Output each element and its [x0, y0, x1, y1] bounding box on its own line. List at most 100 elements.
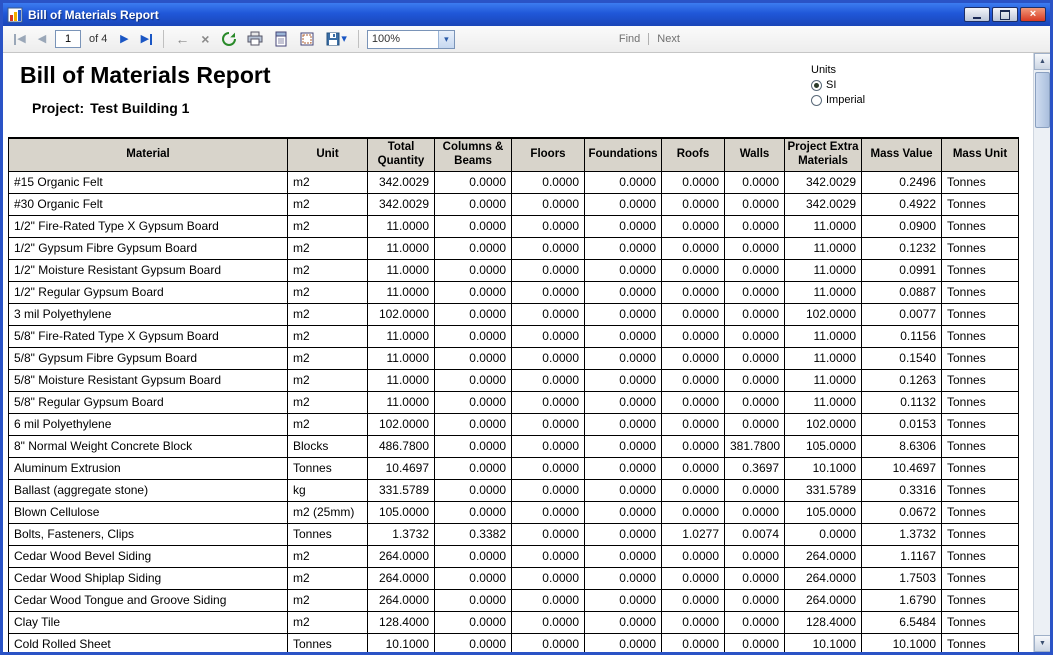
- back-to-parent-button[interactable]: [172, 29, 192, 49]
- radio-si[interactable]: SI: [811, 79, 865, 91]
- print-icon: [247, 31, 263, 47]
- table-cell: 0.0000: [512, 259, 585, 281]
- refresh-button[interactable]: [218, 29, 240, 49]
- table-cell: 0.0074: [725, 523, 785, 545]
- table-cell: Blown Cellulose: [9, 501, 288, 523]
- radio-imperial-label: Imperial: [826, 94, 865, 106]
- table-cell: 11.0000: [368, 281, 435, 303]
- table-cell: 0.0000: [512, 633, 585, 652]
- scroll-down-button[interactable]: ▼: [1034, 635, 1050, 652]
- page-setup-button[interactable]: [296, 29, 318, 49]
- table-cell: 0.0000: [435, 369, 512, 391]
- find-next-button[interactable]: Next: [649, 33, 680, 45]
- table-cell: Aluminum Extrusion: [9, 457, 288, 479]
- radio-imperial[interactable]: Imperial: [811, 94, 865, 106]
- print-layout-button[interactable]: [270, 29, 292, 49]
- scrollbar-thumb[interactable]: [1035, 72, 1050, 128]
- table-cell: Tonnes: [288, 457, 368, 479]
- table-cell: 10.1000: [862, 633, 942, 652]
- table-cell: Tonnes: [942, 633, 1019, 652]
- refresh-icon: [221, 31, 237, 47]
- table-cell: 102.0000: [785, 413, 862, 435]
- table-cell: 0.0000: [662, 633, 725, 652]
- report-viewer: Bill of Materials Report Project:Test Bu…: [3, 53, 1050, 652]
- table-cell: 342.0029: [368, 193, 435, 215]
- zoom-select[interactable]: 100% ▾: [367, 30, 455, 49]
- table-cell: Tonnes: [942, 193, 1019, 215]
- last-page-button[interactable]: [137, 29, 155, 49]
- table-cell: 0.0000: [435, 501, 512, 523]
- table-cell: 0.0000: [585, 633, 662, 652]
- table-row: 1/2" Gypsum Fibre Gypsum Boardm211.00000…: [9, 237, 1019, 259]
- maximize-icon: [1000, 10, 1010, 20]
- table-cell: 0.0000: [512, 523, 585, 545]
- table-cell: 0.2496: [862, 171, 942, 193]
- table-row: Bolts, Fasteners, ClipsTonnes1.37320.338…: [9, 523, 1019, 545]
- table-cell: 11.0000: [368, 325, 435, 347]
- table-cell: 1.6790: [862, 589, 942, 611]
- table-cell: Tonnes: [942, 523, 1019, 545]
- window-title: Bill of Materials Report: [28, 8, 959, 22]
- close-button[interactable]: [1020, 7, 1046, 22]
- table-cell: m2: [288, 589, 368, 611]
- table-cell: 342.0029: [785, 193, 862, 215]
- print-button[interactable]: [244, 29, 266, 49]
- table-cell: 381.7800: [725, 435, 785, 457]
- column-header: Mass Value: [862, 138, 942, 171]
- table-cell: m2: [288, 369, 368, 391]
- app-icon: [7, 7, 23, 23]
- table-cell: 0.0000: [725, 633, 785, 652]
- minimize-button[interactable]: [964, 7, 990, 22]
- page-number-input[interactable]: [55, 30, 81, 48]
- table-cell: 0.0000: [512, 479, 585, 501]
- table-cell: m2: [288, 303, 368, 325]
- vertical-scrollbar[interactable]: ▲ ▼: [1033, 53, 1050, 652]
- table-cell: 0.0000: [585, 259, 662, 281]
- table-cell: 0.0000: [725, 193, 785, 215]
- scroll-up-icon: ▲: [1039, 58, 1046, 65]
- table-cell: 0.0000: [585, 369, 662, 391]
- table-cell: 10.1000: [368, 633, 435, 652]
- table-cell: 0.0000: [435, 413, 512, 435]
- next-page-button[interactable]: [115, 29, 133, 49]
- table-cell: 0.0000: [435, 215, 512, 237]
- table-cell: 11.0000: [368, 391, 435, 413]
- table-cell: 0.0000: [585, 215, 662, 237]
- table-cell: 0.0000: [435, 545, 512, 567]
- table-cell: 0.1132: [862, 391, 942, 413]
- table-cell: 11.0000: [785, 259, 862, 281]
- zoom-dropdown-icon: ▾: [438, 31, 454, 48]
- export-button[interactable]: [322, 29, 350, 49]
- table-cell: 0.0000: [585, 347, 662, 369]
- table-cell: 5/8" Moisture Resistant Gypsum Board: [9, 369, 288, 391]
- minimize-icon: [973, 11, 981, 19]
- table-cell: Tonnes: [942, 589, 1019, 611]
- first-page-button[interactable]: [11, 29, 29, 49]
- table-cell: Cold Rolled Sheet: [9, 633, 288, 652]
- previous-page-button[interactable]: [33, 29, 51, 49]
- table-row: 5/8" Regular Gypsum Boardm211.00000.0000…: [9, 391, 1019, 413]
- table-cell: Tonnes: [942, 413, 1019, 435]
- stop-rendering-button[interactable]: [196, 29, 214, 49]
- table-cell: 0.0000: [725, 611, 785, 633]
- table-row: Cold Rolled SheetTonnes10.10000.00000.00…: [9, 633, 1019, 652]
- zoom-value: 100%: [368, 31, 438, 48]
- table-cell: m2: [288, 215, 368, 237]
- scroll-down-icon: ▼: [1039, 640, 1046, 647]
- maximize-button[interactable]: [992, 7, 1018, 22]
- table-cell: 0.0000: [512, 501, 585, 523]
- find-button[interactable]: Find: [619, 33, 649, 45]
- table-cell: 0.0000: [585, 325, 662, 347]
- table-cell: 0.1540: [862, 347, 942, 369]
- table-cell: 0.0000: [512, 303, 585, 325]
- table-cell: 0.0000: [512, 589, 585, 611]
- table-cell: 10.4697: [368, 457, 435, 479]
- table-cell: Tonnes: [942, 611, 1019, 633]
- table-cell: 0.0000: [662, 457, 725, 479]
- table-header-row: MaterialUnitTotal QuantityColumns & Beam…: [9, 138, 1019, 171]
- scroll-up-button[interactable]: ▲: [1034, 53, 1050, 70]
- table-cell: 102.0000: [785, 303, 862, 325]
- table-cell: 8.6306: [862, 435, 942, 457]
- table-cell: 264.0000: [368, 589, 435, 611]
- table-cell: m2: [288, 237, 368, 259]
